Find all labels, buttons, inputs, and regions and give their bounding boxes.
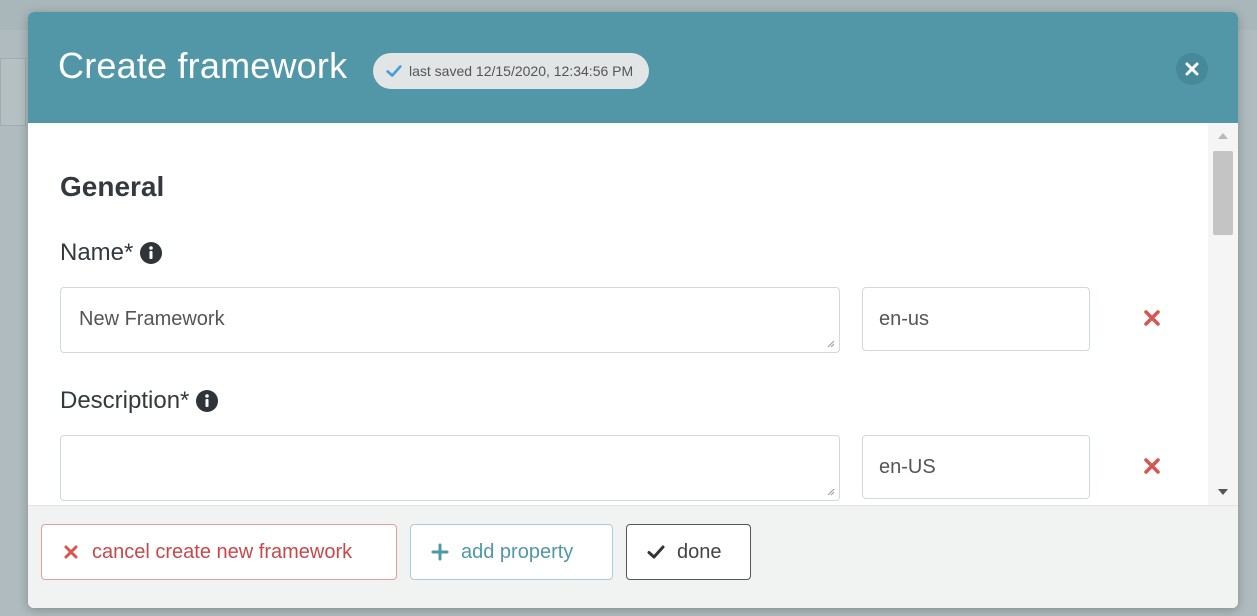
modal-title: Create framework [58,45,348,86]
modal-footer: cancel create new framework add property… [28,505,1238,608]
add-property-button[interactable]: add property [410,524,613,580]
scroll-up-arrow[interactable] [1218,133,1228,139]
saved-status-text: last saved 12/15/2020, 12:34:56 PM [409,63,634,79]
scroll-thumb[interactable] [1213,151,1233,235]
description-label: Description* [60,387,219,415]
remove-description-button[interactable] [1142,456,1162,476]
name-label-text: Name* [60,239,134,266]
name-input-value: New Framework [79,308,225,330]
done-label: done [677,540,722,563]
resize-grip-icon[interactable] [825,338,835,348]
name-language-input[interactable]: en-us [862,287,1090,351]
name-input[interactable]: New Framework [60,287,840,353]
create-framework-modal: Create framework last saved 12/15/2020, … [28,12,1238,608]
saved-status-badge: last saved 12/15/2020, 12:34:56 PM [373,53,650,89]
description-input[interactable] [60,435,840,501]
description-label-text: Description* [60,387,190,414]
section-title: General [60,171,165,202]
info-icon[interactable] [195,389,219,413]
name-language-value: en-us [879,308,930,330]
name-label: Name* [60,239,163,267]
scroll-down-arrow[interactable] [1218,489,1228,495]
remove-name-button[interactable] [1142,308,1162,328]
done-button[interactable]: done [626,524,751,580]
close-button[interactable] [1176,53,1208,85]
check-icon [386,65,402,77]
add-property-label: add property [461,540,574,563]
close-icon [1185,62,1199,76]
description-language-input[interactable]: en-US [862,435,1090,499]
close-icon [64,545,78,559]
info-icon[interactable] [139,241,163,265]
cancel-create-label: cancel create new framework [92,540,353,563]
vertical-scrollbar[interactable] [1208,123,1238,505]
cancel-create-button[interactable]: cancel create new framework [41,524,397,580]
description-language-value: en-US [879,456,936,478]
modal-body: General Name* New Framework en-us Descri… [28,123,1238,505]
plus-icon [431,543,449,561]
check-icon [647,545,665,559]
modal-header: Create framework last saved 12/15/2020, … [28,12,1238,123]
resize-grip-icon[interactable] [825,486,835,496]
